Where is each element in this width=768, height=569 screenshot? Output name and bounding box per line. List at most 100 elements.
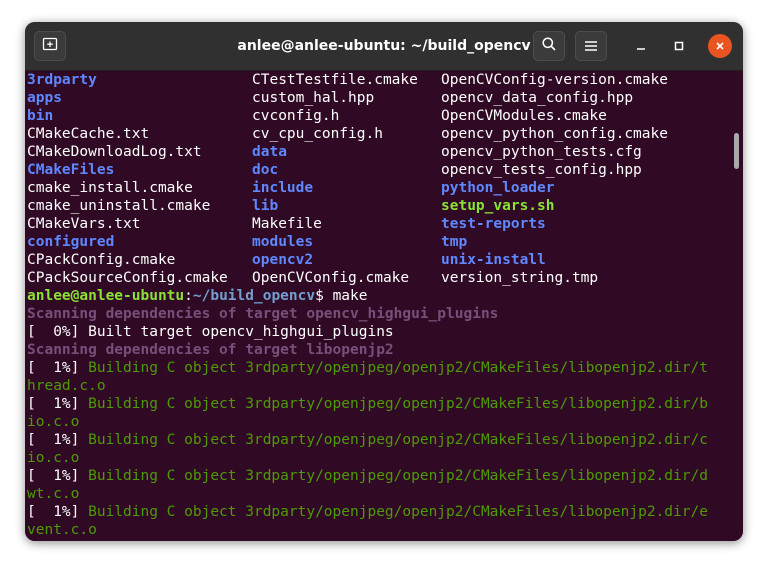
file-entry: Makefile [252, 216, 322, 232]
make-output-line: Scanning dependencies of target opencv_h… [27, 305, 727, 323]
directory-entry: modules [252, 234, 314, 250]
ls-output-row: bin cvconfig.h OpenCVModules.cmake [27, 107, 727, 125]
directory-entry: apps [27, 90, 62, 106]
title-bar[interactable]: anlee@anlee-ubuntu: ~/build_opencv [25, 22, 743, 71]
file-entry: cmake_uninstall.cmake [27, 198, 211, 214]
progress-percent: [ 1%] [27, 504, 89, 520]
scrollbar[interactable] [734, 133, 739, 169]
menu-button[interactable] [575, 31, 607, 61]
prompt-separator: : [184, 288, 193, 304]
build-message: io.c.o [27, 450, 80, 466]
directory-entry: data [252, 144, 287, 160]
window-title: anlee@anlee-ubuntu: ~/build_opencv [237, 38, 531, 54]
executable-entry: setup_vars.sh [441, 198, 555, 214]
make-output-line: io.c.o [27, 449, 727, 467]
make-output-line: [ 1%] Building C object 3rdparty/openjpe… [27, 395, 727, 413]
file-entry: CMakeVars.txt [27, 216, 141, 232]
file-entry: CMakeCache.txt [27, 126, 150, 142]
ls-output-row: CPackConfig.cmake opencv2 unix-install [27, 251, 727, 269]
search-button[interactable] [533, 31, 565, 61]
minimize-button[interactable] [629, 34, 653, 58]
directory-entry: 3rdparty [27, 72, 97, 88]
make-output-line: vent.c.o [27, 521, 727, 539]
build-message: wt.c.o [27, 486, 80, 502]
ls-output-row: CMakeCache.txt cv_cpu_config.h opencv_pyth… [27, 125, 727, 143]
make-output-line: io.c.o [27, 413, 727, 431]
directory-entry: test-reports [441, 216, 546, 232]
directory-entry: bin [27, 108, 54, 124]
prompt-command: make [332, 288, 368, 304]
build-message: Building C object 3rdparty/openjpeg/open… [88, 504, 708, 520]
ls-output-row: apps custom_hal.hpp opencv_data_config.hpp [27, 89, 727, 107]
file-entry: OpenCVConfig.cmake [252, 270, 410, 286]
directory-entry: lib [252, 198, 279, 214]
build-message: Building C object 3rdparty/openjpeg/open… [88, 360, 708, 376]
build-message: Building C object 3rdparty/openjpeg/open… [88, 432, 708, 448]
file-entry: CMakeDownloadLog.txt [27, 144, 202, 160]
directory-entry: opencv2 [252, 252, 314, 268]
build-message: io.c.o [27, 414, 80, 430]
terminal-text: 3rdparty CTestTestfile.cmake OpenCVConfig-… [27, 71, 727, 539]
make-output-line: hread.c.o [27, 377, 727, 395]
directory-entry: configured [27, 234, 115, 250]
directory-entry: CMakeFiles [27, 162, 115, 178]
prompt-user-host: anlee@anlee-ubuntu [27, 288, 185, 304]
prompt-line: anlee@anlee-ubuntu:~/build_opencv$ make [27, 287, 727, 305]
maximize-button[interactable] [667, 34, 691, 58]
file-entry: OpenCVConfig-version.cmake [441, 72, 668, 88]
build-message: vent.c.o [27, 522, 97, 538]
build-message: Building C object 3rdparty/openjpeg/open… [88, 468, 708, 484]
prompt-symbol: $ [315, 288, 333, 304]
prompt-path: ~/build_opencv [192, 288, 316, 304]
make-output-line: wt.c.o [27, 485, 727, 503]
ls-output-row: cmake_install.cmake include python_loader [27, 179, 727, 197]
build-message: Building C object 3rdparty/openjpeg/open… [88, 396, 708, 412]
file-entry: opencv_python_tests.cfg [441, 144, 642, 160]
ls-output-row: cmake_uninstall.cmake lib setup_vars.sh [27, 197, 727, 215]
new-tab-icon [42, 36, 58, 56]
close-button[interactable] [708, 34, 732, 58]
make-output-line: [ 1%] Building C object 3rdparty/openjpe… [27, 431, 727, 449]
progress-percent: [ 1%] [27, 432, 89, 448]
terminal-output[interactable]: 3rdparty CTestTestfile.cmake OpenCVConfig-… [25, 71, 743, 541]
make-output-line: [ 1%] Building C object 3rdparty/openjpe… [27, 503, 727, 521]
make-output-line: [ 0%] Built target opencv_highgui_plugin… [27, 323, 727, 341]
file-entry: cmake_install.cmake [27, 180, 193, 196]
make-output-line: [ 1%] Building C object 3rdparty/openjpe… [27, 467, 727, 485]
terminal-window: anlee@anlee-ubuntu: ~/build_opencv 3rdpa… [25, 22, 743, 541]
file-entry: CPackSourceConfig.cmake [27, 270, 228, 286]
directory-entry: tmp [441, 234, 468, 250]
built-message: Built target opencv_highgui_plugins [88, 324, 394, 340]
progress-percent: [ 0%] [27, 324, 89, 340]
file-entry: cvconfig.h [252, 108, 340, 124]
maximize-icon [673, 37, 685, 56]
file-entry: opencv_python_config.cmake [441, 126, 668, 142]
build-message: hread.c.o [27, 378, 106, 394]
minimize-icon [635, 37, 647, 56]
file-entry: cv_cpu_config.h [252, 126, 383, 142]
progress-percent: [ 1%] [27, 360, 89, 376]
make-output-line: Scanning dependencies of target libopenj… [27, 341, 727, 359]
hamburger-menu-icon [584, 37, 598, 56]
ls-output-row: configured modules tmp [27, 233, 727, 251]
progress-percent: [ 1%] [27, 396, 89, 412]
progress-percent: [ 1%] [27, 468, 89, 484]
ls-output-row: CMakeDownloadLog.txt data opencv_python_te… [27, 143, 727, 161]
scan-message: Scanning dependencies of target opencv_h… [27, 306, 499, 322]
file-entry: CPackConfig.cmake [27, 252, 176, 268]
file-entry: opencv_tests_config.hpp [441, 162, 642, 178]
search-icon [541, 36, 557, 56]
directory-entry: python_loader [441, 180, 555, 196]
ls-output-row: CPackSourceConfig.cmake OpenCVConfig.cmak… [27, 269, 727, 287]
directory-entry: unix-install [441, 252, 546, 268]
ls-output-row: 3rdparty CTestTestfile.cmake OpenCVConfig-… [27, 71, 727, 89]
file-entry: opencv_data_config.hpp [441, 90, 634, 106]
file-entry: CTestTestfile.cmake [252, 72, 418, 88]
directory-entry: include [252, 180, 314, 196]
ls-output-row: CMakeVars.txt Makefile test-reports [27, 215, 727, 233]
directory-entry: doc [252, 162, 279, 178]
close-icon [714, 37, 726, 56]
new-tab-button[interactable] [34, 31, 66, 61]
make-output-line: [ 1%] Building C object 3rdparty/openjpe… [27, 359, 727, 377]
ls-output-row: CMakeFiles doc opencv_tests_config.hpp [27, 161, 727, 179]
